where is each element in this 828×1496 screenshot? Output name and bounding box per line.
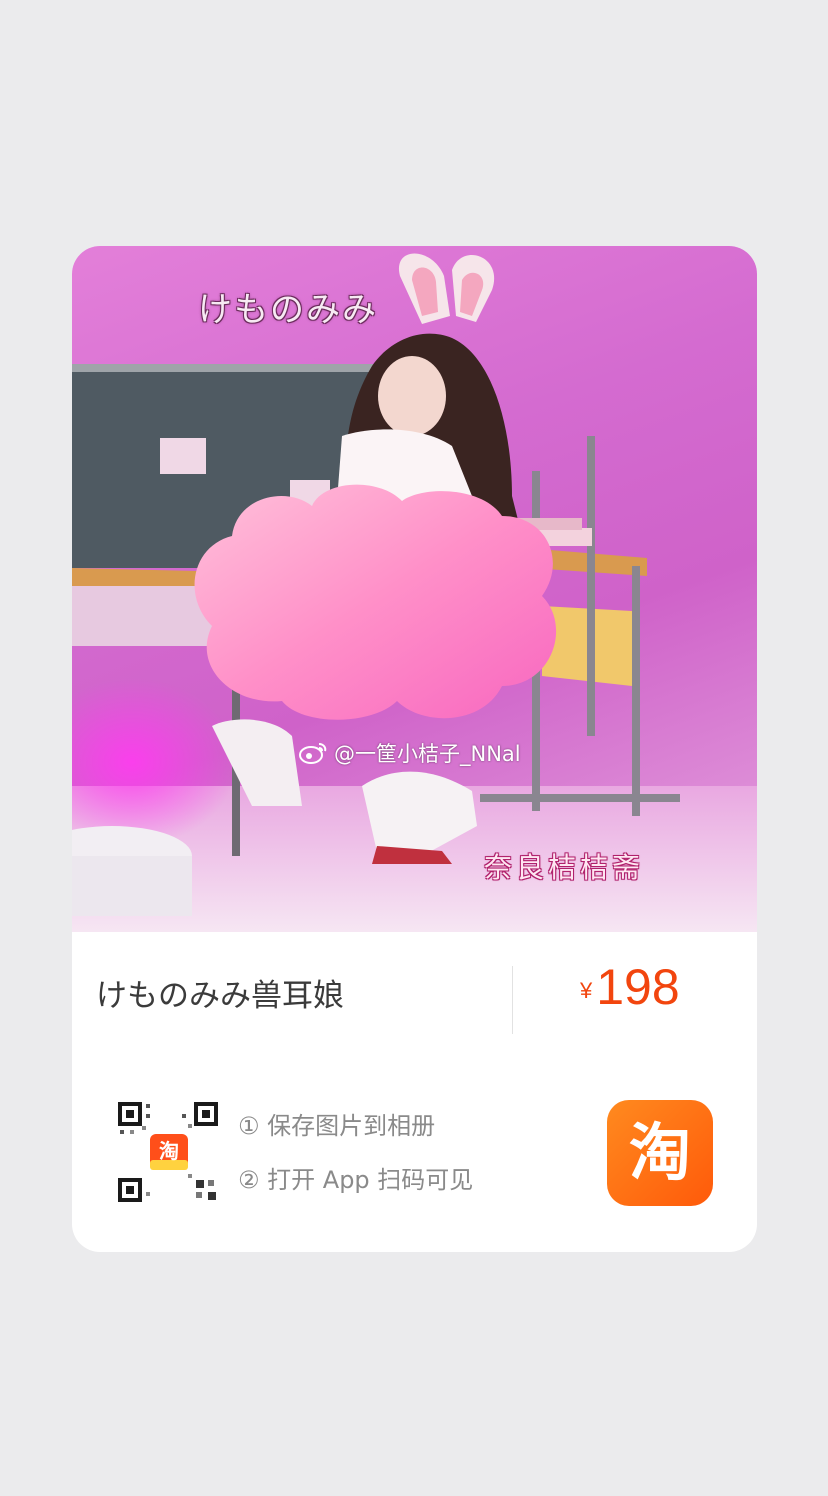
qr-code-icon: 淘: [118, 1102, 218, 1202]
product-title: けものみみ兽耳娘: [96, 978, 344, 1014]
vertical-divider: [512, 966, 513, 1034]
step-save-image: ① 保存图片到相册: [238, 1112, 436, 1140]
photo-illustration: [72, 253, 757, 932]
taobao-app-logo[interactable]: 淘: [607, 1100, 713, 1206]
taobao-logo-glyph: 淘: [628, 1116, 691, 1189]
step-open-app: ② 打开 App 扫码可见: [238, 1166, 474, 1194]
weibo-icon: [299, 743, 327, 764]
watermark-label: @一筐小桔子_NNal: [334, 742, 521, 766]
product-price: ¥198: [580, 958, 680, 1016]
price-currency: ¥: [580, 978, 593, 1003]
product-photo[interactable]: けものみみ @一筐小桔子_NNal 奈良桔桔斋: [72, 246, 757, 932]
price-amount: 198: [596, 959, 680, 1015]
qr-badge-glyph: 淘: [159, 1139, 179, 1163]
scan-instructions: ① 保存图片到相册 ② 打开 App 扫码可见: [238, 1108, 473, 1216]
photo-title-text: けものみみ: [198, 290, 378, 330]
weibo-watermark: @一筐小桔子_NNal: [298, 738, 521, 768]
product-share-card: けものみみ @一筐小桔子_NNal 奈良桔桔斋 けものみみ兽耳娘 ¥198 淘 …: [72, 246, 757, 1252]
qr-code[interactable]: 淘: [116, 1100, 220, 1204]
photo-signature-text: 奈良桔桔斋: [484, 851, 645, 884]
product-info-row: けものみみ兽耳娘 ¥198: [72, 932, 757, 1082]
